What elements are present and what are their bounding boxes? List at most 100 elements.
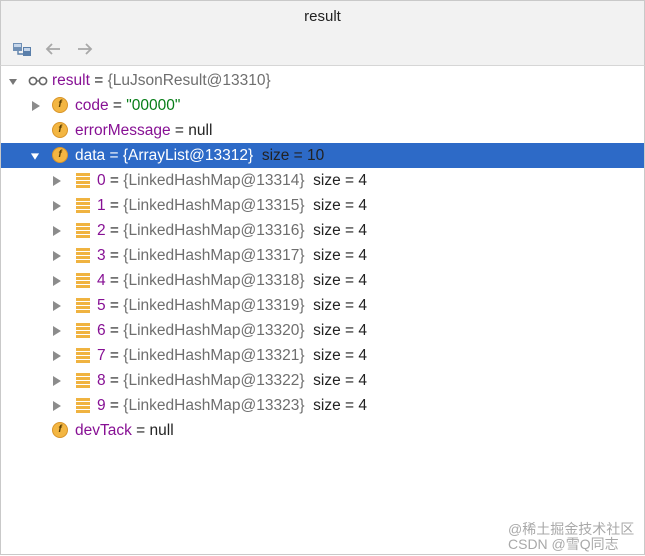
variable-name: errorMessage [75,122,171,139]
tree-row-label: 4 = {LinkedHashMap@13318} size = 4 [97,268,367,293]
tree-row-label: 6 = {LinkedHashMap@13320} size = 4 [97,318,367,343]
collection-size: size = 4 [313,272,367,289]
map-entry-icon [76,198,90,213]
map-entry-icon [76,273,90,288]
collapsed-arrow-icon[interactable] [52,275,62,287]
collapsed-arrow-icon[interactable] [52,350,62,362]
assign-operator: = [105,297,124,314]
field-icon: f [52,147,68,163]
collapsed-arrow-icon[interactable] [52,325,62,337]
variable-name: code [75,97,109,114]
variable-value: {LinkedHashMap@13323} [123,397,305,414]
tree-row-label: devTack = null [75,418,174,443]
tree-row-item[interactable]: 5 = {LinkedHashMap@13319} size = 4 [1,293,644,318]
item-index: 5 [97,297,106,314]
tree-row-label: code = "00000" [75,93,180,118]
field-icon: f [52,122,68,138]
field-icon: f [52,422,68,438]
assign-operator: = [105,247,124,264]
expanded-arrow-icon[interactable] [30,151,40,163]
tree-row-item[interactable]: 0 = {LinkedHashMap@13314} size = 4 [1,168,644,193]
collapsed-arrow-icon[interactable] [31,100,41,112]
collapsed-arrow-icon[interactable] [52,225,62,237]
tree-row-item[interactable]: 1 = {LinkedHashMap@13315} size = 4 [1,193,644,218]
variable-value: null [188,122,213,139]
variable-value: {ArrayList@13312} [122,147,254,164]
item-index: 3 [97,247,106,264]
variable-value: {LinkedHashMap@13321} [123,347,305,364]
collection-size: size = 4 [313,347,367,364]
tree-row-item[interactable]: 4 = {LinkedHashMap@13318} size = 4 [1,268,644,293]
tree-row-item[interactable]: 7 = {LinkedHashMap@13321} size = 4 [1,343,644,368]
tree-row-item[interactable]: 8 = {LinkedHashMap@13322} size = 4 [1,368,644,393]
tree-row-label: 7 = {LinkedHashMap@13321} size = 4 [97,343,367,368]
variable-name: result [52,72,90,89]
variable-value: "00000" [126,97,181,114]
window-title-bar: result [0,0,645,33]
item-index: 2 [97,222,106,239]
field-icon: f [52,97,68,113]
assign-operator: = [105,397,124,414]
map-entry-icon [76,348,90,363]
tree-row-item[interactable]: 6 = {LinkedHashMap@13320} size = 4 [1,318,644,343]
variable-value: {LinkedHashMap@13317} [123,247,305,264]
tree-row-data[interactable]: f data = {ArrayList@13312} size = 10 [1,143,644,168]
item-index: 9 [97,397,106,414]
variable-value: {LinkedHashMap@13319} [123,297,305,314]
tree-row-errorMessage[interactable]: f errorMessage = null [1,118,644,143]
map-entry-icon [76,298,90,313]
tree-row-label: 9 = {LinkedHashMap@13323} size = 4 [97,393,367,418]
assign-operator: = [105,347,124,364]
watermark-line-2: CSDN @雪Q同志 [508,536,619,552]
assign-operator: = [131,422,150,439]
variable-value: null [149,422,174,439]
map-entry-icon [76,373,90,388]
tree-row-label: 2 = {LinkedHashMap@13316} size = 4 [97,218,367,243]
tree-row-label: 5 = {LinkedHashMap@13319} size = 4 [97,293,367,318]
collection-size: size = 4 [313,222,367,239]
map-entry-icon [76,323,90,338]
debugger-toolbar [0,32,645,66]
back-arrow-icon[interactable] [42,38,64,60]
variables-tree[interactable]: result = {LuJsonResult@13310} f code = "… [0,66,645,555]
watermark: @稀土掘金技术社区 CSDN @雪Q同志 [508,522,638,552]
collapsed-arrow-icon[interactable] [52,200,62,212]
collection-size: size = 4 [313,397,367,414]
collection-size: size = 4 [313,297,367,314]
item-index: 8 [97,372,106,389]
assign-operator: = [105,372,124,389]
collapsed-arrow-icon[interactable] [52,375,62,387]
tree-row-item[interactable]: 2 = {LinkedHashMap@13316} size = 4 [1,218,644,243]
evaluate-icon[interactable] [11,38,33,60]
tree-row-item[interactable]: 9 = {LinkedHashMap@13323} size = 4 [1,393,644,418]
collapsed-arrow-icon[interactable] [52,400,62,412]
forward-arrow-icon[interactable] [74,38,96,60]
item-index: 6 [97,322,106,339]
watermark-line-1: @稀土掘金技术社区 [508,521,635,537]
collapsed-arrow-icon[interactable] [52,175,62,187]
assign-operator: = [89,72,108,89]
tree-row-label: 1 = {LinkedHashMap@13315} size = 4 [97,193,367,218]
tree-row-label: result = {LuJsonResult@13310} [52,68,271,93]
collection-size: size = 10 [261,147,325,164]
variable-value: {LinkedHashMap@13315} [123,197,305,214]
tree-row-result[interactable]: result = {LuJsonResult@13310} [1,68,644,93]
map-entry-icon [76,398,90,413]
variable-value: {LinkedHashMap@13316} [123,222,305,239]
tree-row-label: 8 = {LinkedHashMap@13322} size = 4 [97,368,367,393]
variable-name: data [75,147,106,164]
item-index: 4 [97,272,106,289]
collapsed-arrow-icon[interactable] [52,300,62,312]
map-entry-icon [76,248,90,263]
collection-size: size = 4 [313,322,367,339]
tree-row-item[interactable]: 3 = {LinkedHashMap@13317} size = 4 [1,243,644,268]
collapsed-arrow-icon[interactable] [52,250,62,262]
assign-operator: = [105,172,124,189]
tree-row-devTack[interactable]: f devTack = null [1,418,644,443]
variable-value: {LinkedHashMap@13320} [123,322,305,339]
collection-size: size = 4 [313,197,367,214]
map-entry-icon [76,223,90,238]
tree-row-code[interactable]: f code = "00000" [1,93,644,118]
expanded-arrow-icon[interactable] [8,76,18,88]
tree-row-label: 3 = {LinkedHashMap@13317} size = 4 [97,243,367,268]
